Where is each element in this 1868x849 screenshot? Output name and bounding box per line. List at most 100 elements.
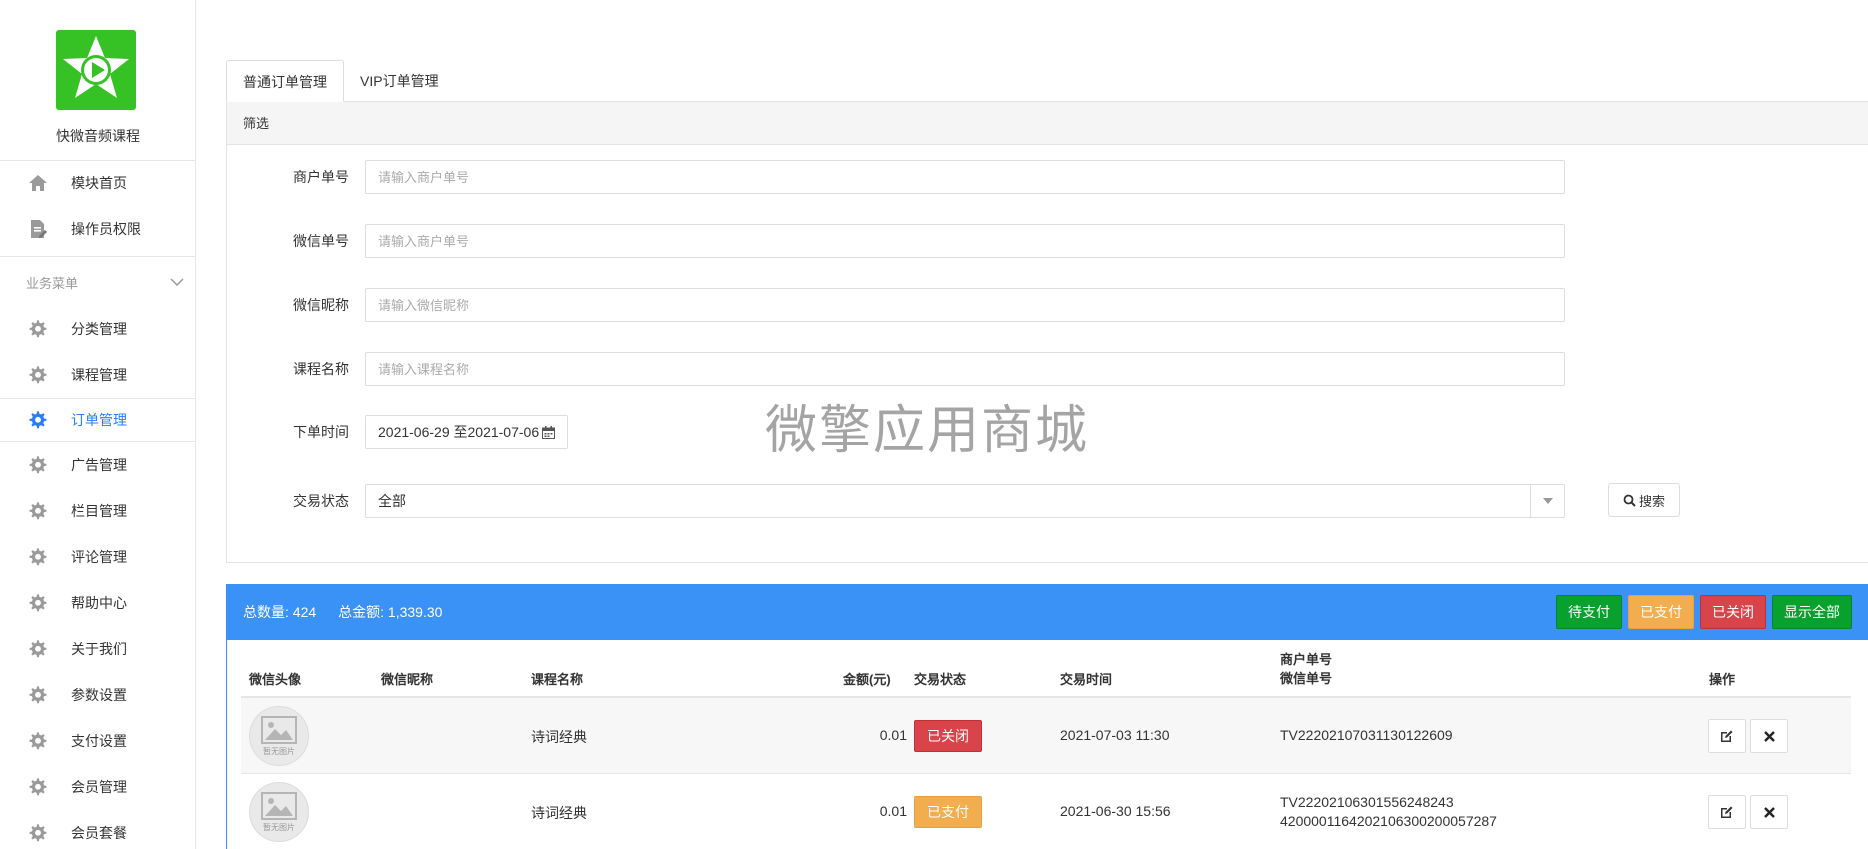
col-time: 交易时间 (1060, 672, 1113, 687)
close-icon (1763, 806, 1775, 818)
gear-icon (27, 546, 49, 568)
sidebar-item-5[interactable]: 评论管理 (0, 535, 196, 579)
closed-filter-button[interactable]: 已关闭 (1700, 595, 1766, 629)
gear-icon (27, 409, 49, 431)
sidebar-item-label: 会员管理 (71, 779, 127, 795)
sidebar-item-label: 参数设置 (71, 687, 127, 703)
sidebar-item-label: 操作员权限 (71, 221, 141, 237)
table-header: 微信头像 微信昵称 课程名称 金额(元) 交易状态 交易时间 商户单号 微信单号 … (241, 652, 1851, 698)
edit-button[interactable] (1708, 795, 1746, 829)
sidebar-item-operator-permissions[interactable]: 操作员权限 (0, 207, 196, 251)
row-course: 诗词经典 (531, 729, 587, 745)
date-range-picker[interactable]: 2021-06-29 至2021-07-06 (365, 415, 569, 449)
tab-normal-orders[interactable]: 普通订单管理 (226, 60, 344, 102)
tab-vip-orders[interactable]: VIP订单管理 (344, 60, 455, 102)
order-tabs: 普通订单管理 VIP订单管理 (226, 60, 455, 102)
gear-icon (27, 822, 49, 844)
search-icon (1623, 494, 1636, 507)
sidebar-item-label: 帮助中心 (71, 595, 127, 611)
avatar: 暂无图片 (249, 706, 309, 766)
wechat-no-label: 微信单号 (293, 233, 349, 249)
sidebar-item-label: 评论管理 (71, 549, 127, 565)
sidebar-item-6[interactable]: 帮助中心 (0, 581, 196, 625)
gear-icon (27, 500, 49, 522)
calendar-icon (542, 425, 556, 439)
sidebar-item-8[interactable]: 参数设置 (0, 673, 196, 717)
total-amount: 总金额: 1,339.30 (338, 604, 443, 620)
filter-row-wechat: 微信单号 (227, 224, 1627, 258)
gear-icon (27, 454, 49, 476)
filter-title: 筛选 (227, 102, 1868, 145)
gear-icon (27, 730, 49, 752)
col-amount: 金额(元) (843, 672, 891, 687)
total-count: 总数量: 424 (243, 604, 317, 620)
home-icon (27, 172, 49, 194)
status-select-value: 全部 (378, 493, 406, 509)
sidebar-item-11[interactable]: 会员套餐 (0, 811, 196, 849)
table-row: 暂无图片 诗词经典 0.01 已支付 2021-06-30 15:56 TV22… (241, 774, 1851, 849)
col-order-numbers: 商户单号 微信单号 (1280, 652, 1333, 686)
paid-filter-button[interactable]: 已支付 (1628, 595, 1694, 629)
section-title: 业务菜单 (26, 275, 79, 291)
row-merchant-no: TV22202106301556248243 (1280, 794, 1454, 810)
col-status: 交易状态 (914, 672, 967, 687)
sidebar-item-3[interactable]: 广告管理 (0, 443, 196, 487)
row-time: 2021-06-30 15:56 (1060, 803, 1171, 819)
wechat-no-input[interactable] (365, 224, 1565, 258)
sidebar-item-label: 分类管理 (71, 321, 127, 337)
col-ops: 操作 (1709, 672, 1736, 687)
search-button[interactable]: 搜索 (1608, 483, 1680, 517)
row-wechat-no: 4200001164202106300200057287 (1280, 813, 1497, 829)
gear-icon (27, 318, 49, 340)
app-title: 快微音频课程 (56, 128, 140, 144)
status-select[interactable]: 全部 (365, 484, 1565, 518)
gear-icon (27, 638, 49, 660)
course-label: 课程名称 (293, 361, 349, 377)
sidebar-item-1[interactable]: 课程管理 (0, 353, 196, 397)
gear-icon (27, 592, 49, 614)
business-menu-header[interactable]: 业务菜单 (0, 264, 196, 300)
filter-row-merchant: 商户单号 (227, 160, 1627, 194)
sidebar-item-4[interactable]: 栏目管理 (0, 489, 196, 533)
gear-icon (27, 684, 49, 706)
edit-button[interactable] (1708, 719, 1746, 753)
sidebar-item-0[interactable]: 分类管理 (0, 307, 196, 351)
sidebar-item-2[interactable]: 订单管理 (0, 398, 196, 442)
course-input[interactable] (365, 352, 1565, 386)
chevron-down-icon (170, 275, 184, 290)
sidebar-item-label: 订单管理 (71, 412, 127, 428)
close-icon (1763, 730, 1775, 742)
filter-row-time: 下单时间 2021-06-29 至2021-07-06 (227, 415, 1627, 449)
filter-row-course: 课程名称 (227, 352, 1627, 386)
sidebar-item-label: 会员套餐 (71, 825, 127, 841)
sidebar-item-label: 课程管理 (71, 367, 127, 383)
date-range-value: 2021-06-29 至2021-07-06 (378, 424, 540, 440)
sidebar-item-home[interactable]: 模块首页 (0, 161, 196, 205)
sidebar-item-9[interactable]: 支付设置 (0, 719, 196, 763)
sidebar-item-10[interactable]: 会员管理 (0, 765, 196, 809)
order-time-label: 下单时间 (293, 424, 349, 440)
sidebar-item-label: 关于我们 (71, 641, 127, 657)
row-time: 2021-07-03 11:30 (1060, 727, 1170, 743)
pending-filter-button[interactable]: 待支付 (1556, 595, 1622, 629)
status-label: 交易状态 (293, 493, 349, 509)
sidebar-item-label: 支付设置 (71, 733, 127, 749)
sidebar-item-label: 广告管理 (71, 457, 127, 473)
avatar: 暂无图片 (249, 782, 309, 842)
col-nickname: 微信昵称 (381, 672, 434, 687)
sidebar-item-7[interactable]: 关于我们 (0, 627, 196, 671)
merchant-no-input[interactable] (365, 160, 1565, 194)
delete-button[interactable] (1750, 719, 1788, 753)
show-all-button[interactable]: 显示全部 (1772, 595, 1852, 629)
row-amount: 0.01 (879, 727, 907, 743)
status-badge: 已关闭 (914, 720, 982, 752)
nickname-label: 微信昵称 (293, 297, 349, 313)
avatar-caption: 暂无图片 (263, 746, 295, 756)
sidebar-item-label: 栏目管理 (71, 503, 127, 519)
delete-button[interactable] (1750, 795, 1788, 829)
status-badge: 已支付 (914, 796, 982, 828)
nickname-input[interactable] (365, 288, 1565, 322)
summary-bar: 总数量: 424 总金额: 1,339.30 待支付 已支付 已关闭 显示全部 (227, 584, 1868, 640)
filter-row-nickname: 微信昵称 (227, 288, 1627, 322)
col-course: 课程名称 (531, 672, 584, 687)
